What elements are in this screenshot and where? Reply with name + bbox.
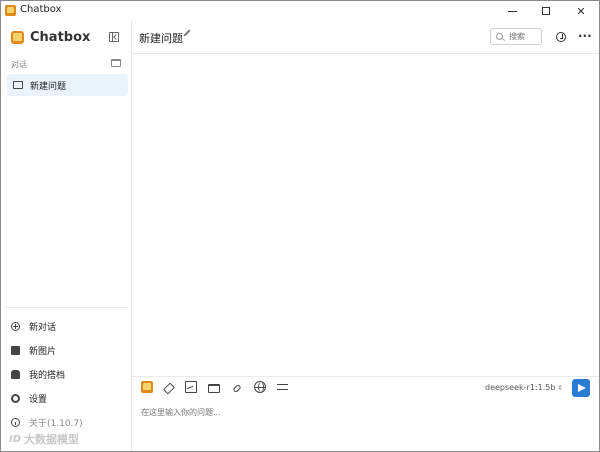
about-button[interactable]: 关于(1.10.7) xyxy=(11,414,126,430)
window-title: Chatbox xyxy=(20,4,62,15)
settings-label: 设置 xyxy=(29,394,48,405)
archive-icon[interactable] xyxy=(111,59,121,67)
brand: Chatbox xyxy=(11,30,90,45)
more-options-icon[interactable]: ··· xyxy=(578,30,592,42)
gear-icon xyxy=(11,393,20,403)
chat-bubble-icon xyxy=(13,81,23,89)
conversations-section-label: 对话 xyxy=(11,60,27,69)
image-icon xyxy=(11,345,20,355)
model-label: deepseek-r1:1.5b xyxy=(485,383,556,392)
collapse-sidebar-icon[interactable] xyxy=(109,32,119,42)
folder-icon[interactable] xyxy=(208,383,220,393)
sidebar: Chatbox 对话 新建问题 新对话 新图片 我的搭档 设置 关于(1.10.… xyxy=(1,21,132,451)
chatbox-logo-icon xyxy=(11,31,24,44)
close-button[interactable]: ✕ xyxy=(564,1,598,21)
settings-button[interactable]: 设置 xyxy=(11,390,126,406)
send-button[interactable] xyxy=(572,379,590,397)
new-chat-label: 新对话 xyxy=(29,322,57,333)
brand-name: Chatbox xyxy=(30,30,91,45)
conversation-label: 新建问题 xyxy=(30,81,67,92)
chevron-updown-icon: ⇕ xyxy=(557,383,564,392)
plus-circle-icon xyxy=(11,321,20,331)
search-input[interactable] xyxy=(509,32,539,41)
my-partners-label: 我的搭档 xyxy=(29,370,66,381)
watermark-mark: ID xyxy=(9,433,22,445)
new-chat-button[interactable]: 新对话 xyxy=(11,318,126,334)
message-input[interactable] xyxy=(141,404,581,420)
eraser-icon[interactable] xyxy=(162,381,176,395)
sidebar-divider xyxy=(5,307,128,308)
send-icon xyxy=(578,384,586,392)
watermark: ID 大数据模型 xyxy=(9,431,79,447)
app-window: Chatbox ✕ Chatbox 对话 新建问题 新对话 新图片 我的搭档 设… xyxy=(0,0,600,452)
close-icon: ✕ xyxy=(576,4,586,18)
conversation-title[interactable]: 新建问题 xyxy=(139,30,183,46)
new-image-label: 新图片 xyxy=(29,346,57,357)
search-box[interactable] xyxy=(490,28,542,45)
maximize-button[interactable] xyxy=(529,1,563,21)
globe-icon[interactable] xyxy=(254,381,266,393)
title-bar: Chatbox ✕ xyxy=(1,1,599,21)
input-area: deepseek-r1:1.5b ⇕ xyxy=(132,376,599,451)
conversation-item[interactable]: 新建问题 xyxy=(7,74,128,96)
sliders-icon[interactable] xyxy=(277,381,289,393)
info-icon xyxy=(11,417,20,427)
minimize-icon xyxy=(507,10,517,12)
input-toolbar xyxy=(141,381,300,395)
maximize-icon xyxy=(542,7,550,15)
main-panel: 新建问题 ··· deepseek-r1:1.5b ⇕ xyxy=(132,21,599,451)
minimize-button[interactable] xyxy=(495,1,529,21)
search-icon xyxy=(496,33,503,40)
link-icon[interactable] xyxy=(232,383,242,394)
model-selector[interactable]: deepseek-r1:1.5b ⇕ xyxy=(485,383,563,392)
image-icon[interactable] xyxy=(185,381,197,393)
bot-icon xyxy=(11,369,20,379)
new-image-button[interactable]: 新图片 xyxy=(11,342,126,358)
chat-message-area xyxy=(132,55,599,375)
my-partners-button[interactable]: 我的搭档 xyxy=(11,366,126,382)
main-header: 新建问题 ··· xyxy=(132,21,599,54)
chatbox-logo-icon[interactable] xyxy=(141,381,153,393)
edit-icon[interactable] xyxy=(183,29,191,37)
about-label: 关于(1.10.7) xyxy=(29,418,83,429)
watermark-text: 大数据模型 xyxy=(24,433,80,446)
history-icon[interactable] xyxy=(556,32,566,42)
app-icon xyxy=(5,5,16,16)
